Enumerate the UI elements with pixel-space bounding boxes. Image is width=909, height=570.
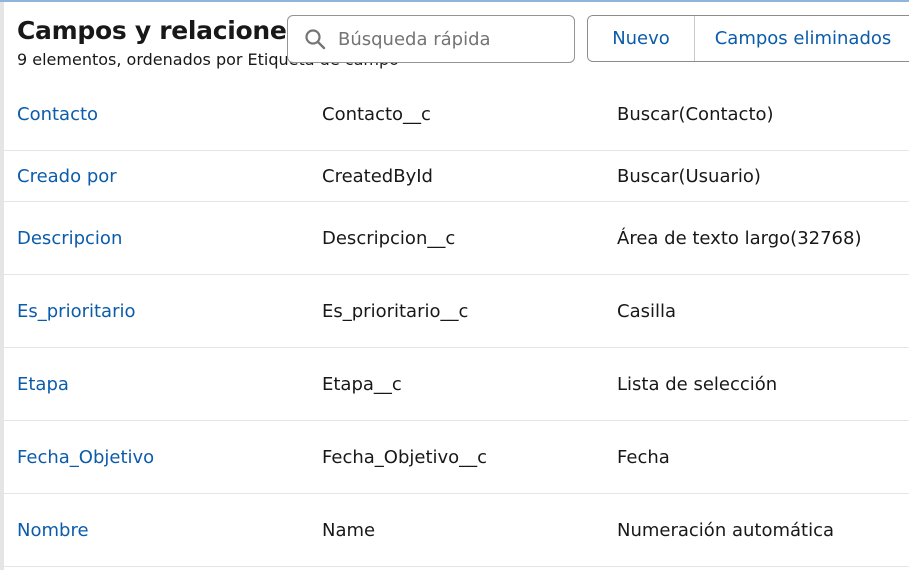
search-icon bbox=[304, 28, 326, 50]
field-label-link[interactable]: Nombre bbox=[17, 494, 89, 566]
new-button[interactable]: Nuevo bbox=[588, 16, 695, 61]
field-data-type: Lista de selección bbox=[617, 373, 778, 395]
field-label-link[interactable]: Fecha_Objetivo bbox=[17, 421, 154, 493]
table-row: Fecha_Objetivo Fecha_Objetivo__c Fecha bbox=[4, 421, 909, 494]
quick-search-input[interactable] bbox=[338, 28, 558, 50]
field-api-name: Etapa__c bbox=[322, 373, 402, 395]
field-api-name: CreatedById bbox=[322, 165, 433, 187]
field-label-link[interactable]: Creado por bbox=[17, 151, 117, 201]
field-data-type: Casilla bbox=[617, 300, 677, 322]
deleted-fields-button[interactable]: Campos eliminados bbox=[695, 16, 909, 61]
field-data-type: Buscar(Contacto) bbox=[617, 103, 774, 125]
field-label-link[interactable]: Contacto bbox=[17, 78, 98, 150]
field-api-name: Name bbox=[322, 519, 376, 541]
quick-search-box[interactable] bbox=[287, 15, 575, 63]
field-data-type: Numeración automática bbox=[617, 519, 835, 541]
header-button-group: Nuevo Campos eliminados bbox=[587, 15, 909, 62]
table-row: Nombre Name Numeración automática bbox=[4, 494, 909, 567]
field-data-type: Área de texto largo(32768) bbox=[617, 227, 862, 249]
table-row: Etapa Etapa__c Lista de selección bbox=[4, 348, 909, 421]
field-label-link[interactable]: Descripcion bbox=[17, 202, 122, 274]
field-api-name: Contacto__c bbox=[322, 103, 431, 125]
field-api-name: Es_prioritario__c bbox=[322, 300, 469, 322]
field-data-type: Buscar(Usuario) bbox=[617, 165, 761, 187]
table-row: Descripcion Descripcion__c Área de texto… bbox=[4, 202, 909, 275]
top-accent-line bbox=[0, 0, 909, 2]
table-row: Contacto Contacto__c Buscar(Contacto) bbox=[4, 78, 909, 151]
field-api-name: Fecha_Objetivo__c bbox=[322, 446, 488, 468]
field-data-type: Fecha bbox=[617, 446, 670, 468]
table-row: Creado por CreatedById Buscar(Usuario) bbox=[4, 151, 909, 202]
field-api-name: Descripcion__c bbox=[322, 227, 456, 249]
field-label-link[interactable]: Es_prioritario bbox=[17, 275, 136, 347]
table-row: Es_prioritario Es_prioritario__c Casilla bbox=[4, 275, 909, 348]
fields-table: Contacto Contacto__c Buscar(Contacto) Cr… bbox=[4, 78, 909, 567]
field-label-link[interactable]: Etapa bbox=[17, 348, 69, 420]
